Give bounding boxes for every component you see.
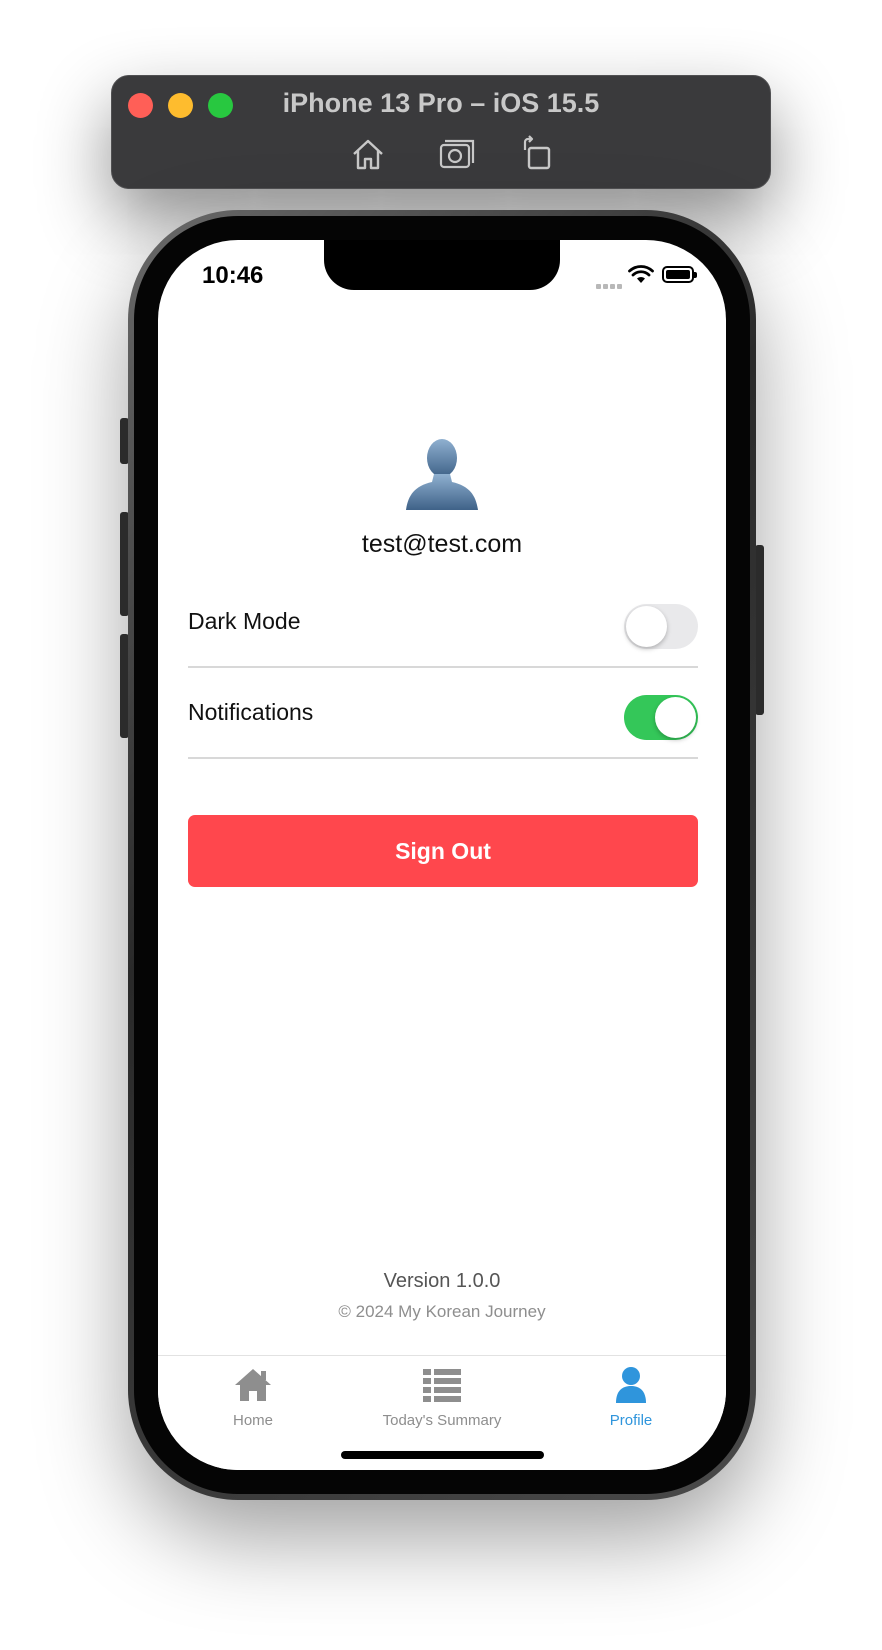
battery-icon	[662, 266, 697, 283]
user-silhouette-icon	[406, 439, 478, 510]
tab-home-label: Home	[232, 1412, 273, 1429]
signal-icon	[596, 276, 624, 294]
user-email: test@test.com	[361, 530, 523, 558]
simulator-home-button[interactable]	[348, 134, 388, 174]
simulator-screenshot-button[interactable]	[437, 134, 477, 174]
notifications-toggle[interactable]	[624, 695, 698, 740]
tab-profile-label: Profile	[609, 1412, 653, 1429]
home-indicator	[341, 1451, 544, 1459]
tab-todays-summary-label: Today's Summary	[382, 1412, 502, 1429]
notifications-label: Notifications	[188, 699, 314, 725]
simulator-toolbar	[112, 134, 770, 174]
rotate-icon	[523, 135, 551, 170]
tab-todays-summary[interactable]: Today's Summary	[347, 1366, 537, 1436]
home-icon	[353, 139, 383, 170]
toggle-knob	[655, 697, 696, 738]
toggle-knob	[626, 606, 667, 647]
home-icon	[235, 1369, 271, 1401]
sign-out-button[interactable]: Sign Out	[188, 815, 698, 887]
status-time: 10:46	[202, 262, 264, 289]
dark-mode-toggle[interactable]	[624, 604, 698, 649]
simulator-rotate-button[interactable]	[517, 134, 557, 174]
copyright-text: © 2024 My Korean Journey	[338, 1302, 546, 1321]
notifications-row: Notifications	[188, 669, 698, 759]
dark-mode-row: Dark Mode	[188, 578, 698, 668]
status-icons	[596, 265, 700, 289]
screenshot-icon	[439, 139, 475, 169]
power-button	[755, 545, 764, 715]
wifi-icon	[628, 265, 654, 283]
app-version: Version 1.0.0	[383, 1270, 501, 1292]
notch	[324, 240, 560, 290]
simulator-title-bar: iPhone 13 Pro – iOS 15.5	[111, 75, 771, 189]
list-icon	[423, 1369, 461, 1402]
tab-home[interactable]: Home	[158, 1366, 348, 1436]
dark-mode-label: Dark Mode	[188, 608, 301, 634]
user-icon	[616, 1367, 646, 1403]
simulator-title: iPhone 13 Pro – iOS 15.5	[282, 88, 600, 118]
app-screen: 10:46 test@test.com Dark Mode Notificati…	[158, 240, 726, 1470]
stage: iPhone 13 Pro – iOS 15.5 10:46 test@test…	[0, 0, 882, 1650]
tab-profile[interactable]: Profile	[536, 1366, 726, 1436]
